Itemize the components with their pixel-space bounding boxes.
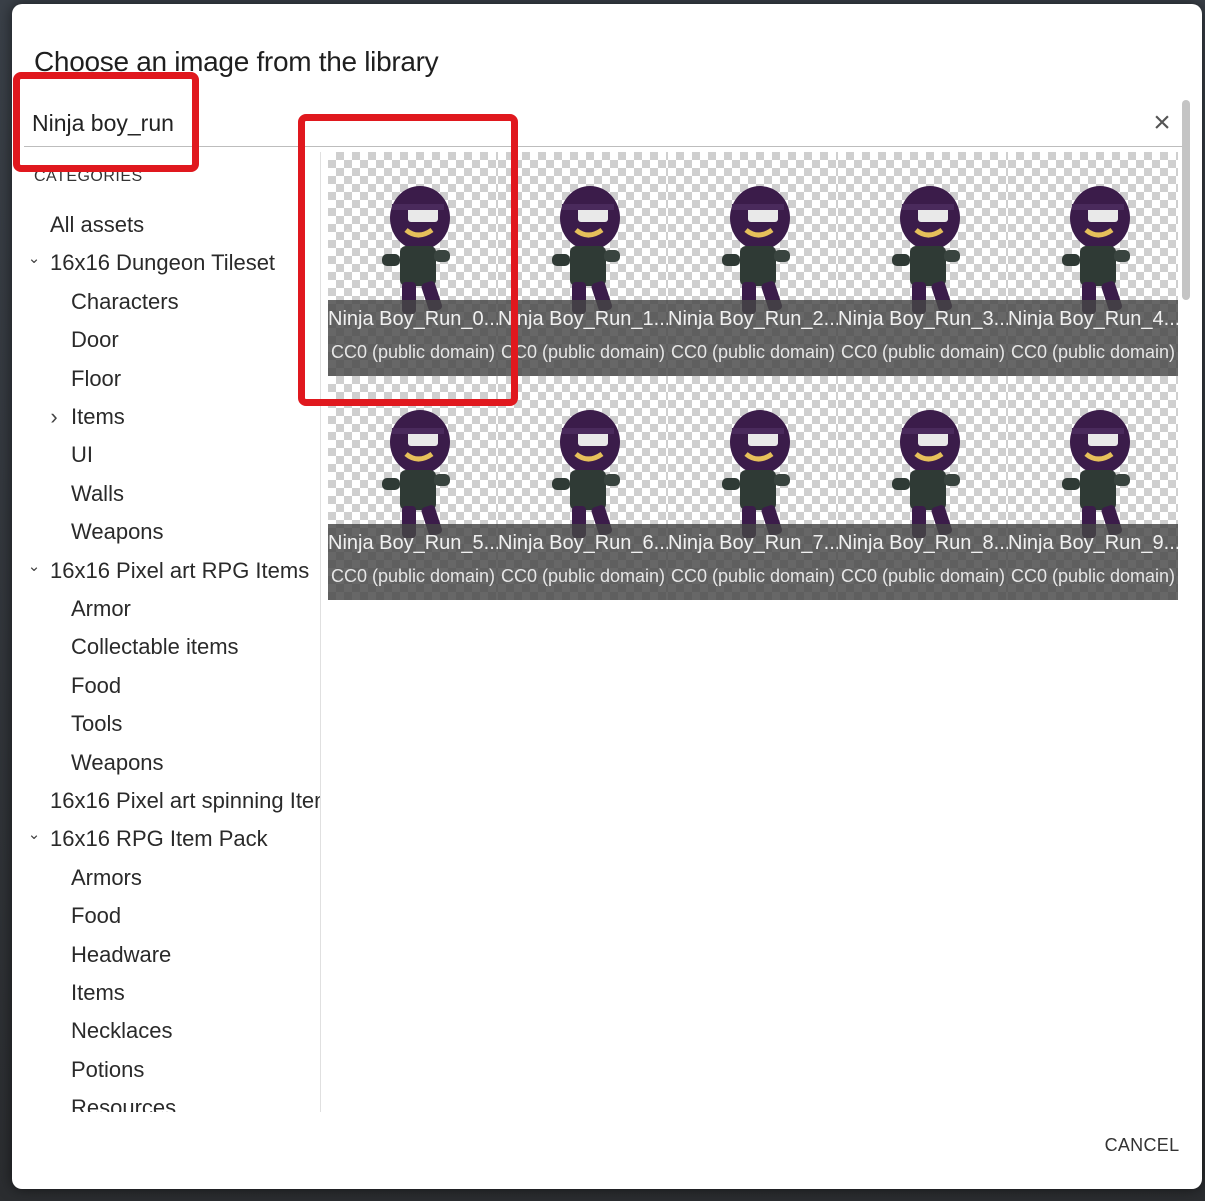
cancel-button[interactable]: CANCEL (1102, 1130, 1182, 1160)
tile-license: CC0 (public domain) (500, 342, 666, 362)
tile-license: CC0 (public domain) (670, 566, 836, 586)
tile-license: CC0 (public domain) (330, 342, 496, 362)
result-tile[interactable]: Ninja Boy_Run_3... CC0 (public domain) (838, 152, 1008, 376)
search-bar (24, 100, 1184, 147)
tile-caption: Ninja Boy_Run_2... CC0 (public domain) (668, 300, 838, 376)
tile-name: Ninja Boy_Run_3... (838, 308, 1008, 330)
tile-name: Ninja Boy_Run_2... (668, 308, 838, 330)
tile-name: Ninja Boy_Run_5... (328, 532, 498, 554)
sidebar-item[interactable]: Floor (71, 362, 121, 396)
image-library-dialog: Choose an image from the library × CATEG… (12, 4, 1202, 1189)
tile-name: Ninja Boy_Run_7... (668, 532, 838, 554)
results-grid: Ninja Boy_Run_0... CC0 (public domain) Nin… (328, 152, 1178, 602)
sidebar-item[interactable]: Tools (71, 707, 122, 741)
tile-name: Ninja Boy_Run_4... (1008, 308, 1178, 330)
result-tile[interactable]: Ninja Boy_Run_8... CC0 (public domain) (838, 376, 1008, 600)
tile-caption: Ninja Boy_Run_6... CC0 (public domain) (498, 524, 668, 600)
tile-caption: Ninja Boy_Run_3... CC0 (public domain) (838, 300, 1008, 376)
sidebar-item[interactable]: 16x16 RPG Item Pack (50, 822, 268, 856)
tile-name: Ninja Boy_Run_0... (328, 308, 498, 330)
result-tile[interactable]: Ninja Boy_Run_1... CC0 (public domain) (498, 152, 668, 376)
sidebar-item[interactable]: Walls (71, 477, 124, 511)
tile-name: Ninja Boy_Run_9... (1008, 532, 1178, 554)
categories-heading: CATEGORIES (34, 168, 143, 185)
tile-name: Ninja Boy_Run_6... (498, 532, 668, 554)
tile-caption: Ninja Boy_Run_4... CC0 (public domain) (1008, 300, 1178, 376)
sidebar-item[interactable]: Items (71, 400, 125, 434)
result-tile[interactable]: Ninja Boy_Run_2... CC0 (public domain) (668, 152, 838, 376)
sidebar-item[interactable]: Items (71, 976, 125, 1010)
sidebar-item[interactable]: Weapons (71, 746, 164, 780)
sidebar-item[interactable]: Collectable items (71, 630, 239, 664)
sidebar-item[interactable]: All assets (50, 208, 144, 242)
chevron-right-icon[interactable]: › (46, 400, 62, 434)
tile-license: CC0 (public domain) (670, 342, 836, 362)
sidebar-item[interactable]: Necklaces (71, 1014, 172, 1048)
sidebar-item[interactable]: Door (71, 323, 119, 357)
sidebar-item[interactable]: Weapons (71, 515, 164, 549)
tile-caption: Ninja Boy_Run_0... CC0 (public domain) (328, 300, 498, 376)
chevron-down-icon[interactable]: ⌄ (26, 246, 42, 280)
result-tile[interactable]: Ninja Boy_Run_4... CC0 (public domain) (1008, 152, 1178, 376)
search-input[interactable] (32, 106, 932, 140)
sidebar-item[interactable]: Food (71, 899, 121, 933)
dialog-title: Choose an image from the library (34, 46, 439, 77)
sidebar-item[interactable]: 16x16 Dungeon Tileset (50, 246, 275, 280)
chevron-down-icon[interactable]: ⌄ (26, 554, 42, 588)
result-tile[interactable]: Ninja Boy_Run_9... CC0 (public domain) (1008, 376, 1178, 600)
sidebar-item[interactable]: Headware (71, 938, 171, 972)
sidebar-item[interactable]: Armors (71, 861, 142, 895)
result-tile[interactable]: Ninja Boy_Run_0... CC0 (public domain) (328, 152, 498, 376)
scrollbar-thumb[interactable] (1182, 100, 1190, 300)
sidebar-item[interactable]: Armor (71, 592, 131, 626)
tile-license: CC0 (public domain) (1010, 566, 1176, 586)
tile-license: CC0 (public domain) (1010, 342, 1176, 362)
tile-caption: Ninja Boy_Run_1... CC0 (public domain) (498, 300, 668, 376)
close-icon[interactable]: × (1148, 108, 1176, 138)
tile-name: Ninja Boy_Run_8... (838, 532, 1008, 554)
result-tile[interactable]: Ninja Boy_Run_5... CC0 (public domain) (328, 376, 498, 600)
tile-license: CC0 (public domain) (500, 566, 666, 586)
tile-caption: Ninja Boy_Run_8... CC0 (public domain) (838, 524, 1008, 600)
tile-license: CC0 (public domain) (840, 566, 1006, 586)
result-tile[interactable]: Ninja Boy_Run_7... CC0 (public domain) (668, 376, 838, 600)
sidebar-item[interactable]: UI (71, 438, 93, 472)
tile-license: CC0 (public domain) (330, 566, 496, 586)
sidebar-item[interactable]: Food (71, 669, 121, 703)
tile-caption: Ninja Boy_Run_5... CC0 (public domain) (328, 524, 498, 600)
tile-license: CC0 (public domain) (840, 342, 1006, 362)
sidebar-item[interactable]: Resources (71, 1091, 176, 1112)
sidebar-item[interactable]: Characters (71, 285, 179, 319)
tile-caption: Ninja Boy_Run_9... CC0 (public domain) (1008, 524, 1178, 600)
chevron-down-icon[interactable]: ⌄ (26, 822, 42, 856)
tile-name: Ninja Boy_Run_1... (498, 308, 668, 330)
result-tile[interactable]: Ninja Boy_Run_6... CC0 (public domain) (498, 376, 668, 600)
sidebar-item[interactable]: Potions (71, 1053, 144, 1087)
sidebar-item[interactable]: 16x16 Pixel art spinning Items (50, 784, 320, 818)
sidebar-item[interactable]: 16x16 Pixel art RPG Items (50, 554, 309, 588)
tile-caption: Ninja Boy_Run_7... CC0 (public domain) (668, 524, 838, 600)
categories-sidebar: CATEGORIES All assets ⌄ 16x16 Dungeon Tile… (12, 152, 321, 1112)
